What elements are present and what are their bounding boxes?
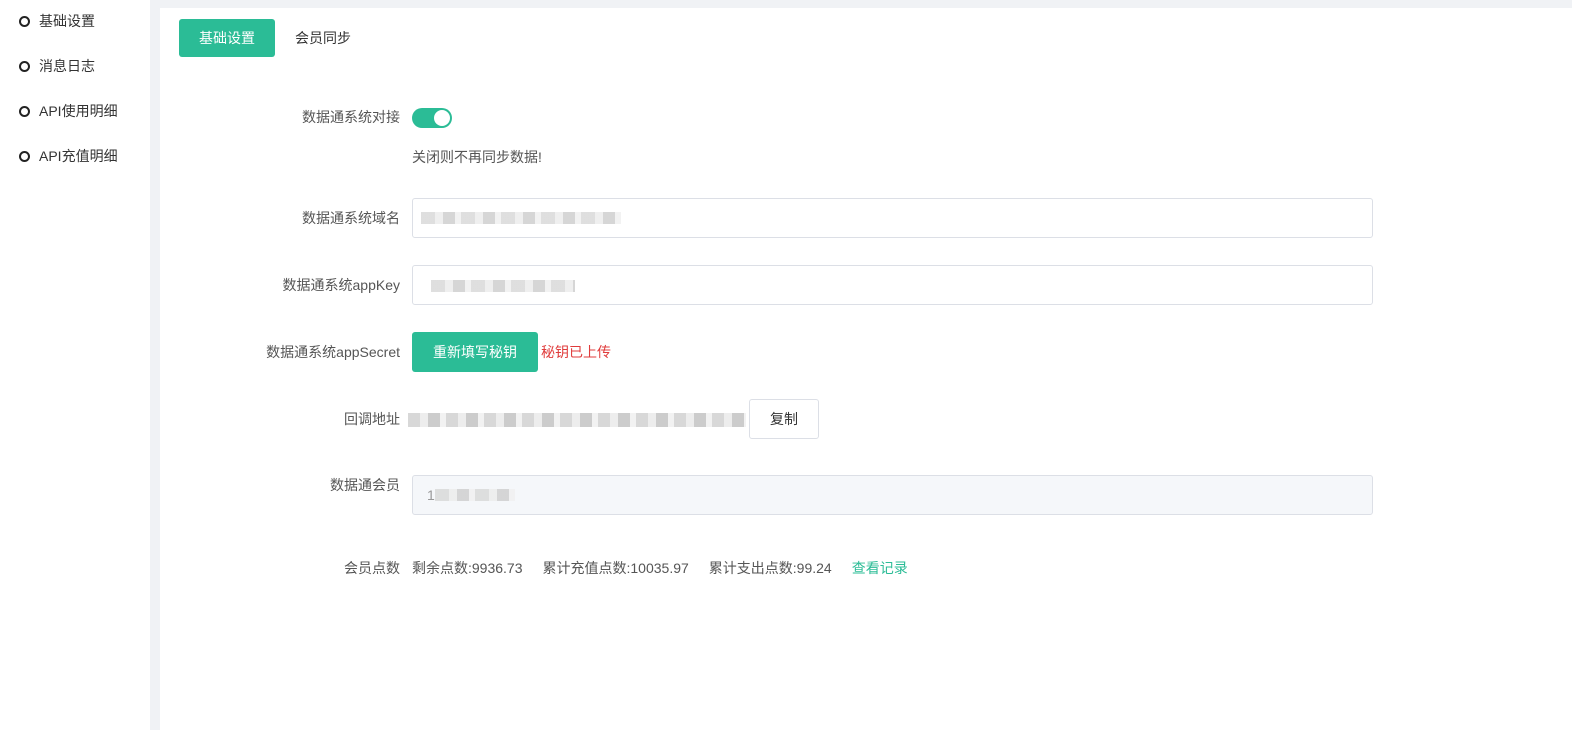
circle-icon: [19, 105, 30, 117]
tab-basic-settings[interactable]: 基础设置: [179, 19, 275, 57]
sync-toggle-switch[interactable]: [412, 108, 452, 128]
sidebar-item-label: API充值明细: [39, 148, 118, 164]
app-key-input[interactable]: [412, 265, 1373, 305]
sidebar-item-label: 消息日志: [39, 58, 95, 74]
copy-button[interactable]: 复制: [749, 399, 819, 439]
app-key-label: 数据通系统appKey: [282, 277, 400, 293]
circle-icon: [19, 60, 30, 72]
circle-icon: [19, 150, 30, 162]
spent-points: 累计支出点数:99.24: [708, 560, 832, 576]
sidebar-item-label: API使用明细: [39, 103, 118, 119]
sidebar: 基础设置 消息日志 API使用明细 API充值明细: [0, 0, 150, 730]
circle-icon: [19, 15, 30, 27]
secret-status: 秘钥已上传: [541, 344, 611, 360]
redacted-value: [435, 489, 515, 501]
main-panel: 基础设置 会员同步 数据通系统对接 关闭则不再同步数据! 数据通系统域名 数据通…: [160, 8, 1572, 730]
callback-label: 回调地址: [344, 411, 400, 427]
points-label: 会员点数: [344, 560, 400, 576]
member-label: 数据通会员: [330, 477, 400, 493]
redacted-value: [431, 280, 575, 292]
member-input: 1: [412, 475, 1373, 515]
sidebar-item-message-log[interactable]: 消息日志: [19, 56, 95, 76]
sync-toggle-hint: 关闭则不再同步数据!: [412, 149, 542, 165]
sidebar-item-api-usage[interactable]: API使用明细: [19, 101, 118, 121]
callback-url-redacted: [408, 413, 746, 427]
member-value-prefix: 1: [427, 487, 435, 503]
view-records-link[interactable]: 查看记录: [852, 558, 908, 578]
sync-toggle-label: 数据通系统对接: [302, 109, 400, 125]
redacted-value: [421, 212, 621, 224]
refill-secret-button[interactable]: 重新填写秘钥: [412, 332, 538, 372]
domain-input[interactable]: [412, 198, 1373, 238]
sidebar-item-label: 基础设置: [39, 13, 95, 29]
remaining-points: 剩余点数:9936.73: [412, 560, 523, 576]
switch-knob: [434, 110, 450, 126]
points-stats: 剩余点数:9936.73 累计充值点数:10035.97 累计支出点数:99.2…: [412, 558, 908, 578]
tab-member-sync[interactable]: 会员同步: [295, 19, 351, 57]
sidebar-item-api-recharge[interactable]: API充值明细: [19, 146, 118, 166]
domain-label: 数据通系统域名: [302, 210, 400, 226]
recharged-points: 累计充值点数:10035.97: [542, 560, 689, 576]
app-secret-label: 数据通系统appSecret: [266, 344, 400, 360]
sidebar-item-basic-settings[interactable]: 基础设置: [19, 11, 95, 31]
